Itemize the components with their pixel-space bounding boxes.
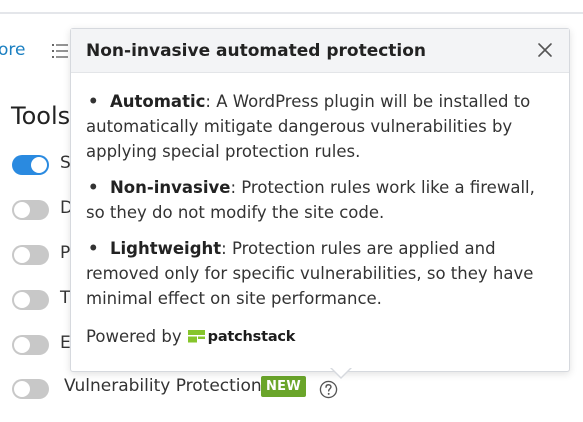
vulnerability-protection-label: Vulnerability Protection — [64, 376, 262, 396]
new-badge: NEW — [261, 376, 306, 397]
tool-toggle-3[interactable] — [12, 245, 49, 265]
powered-by-label: Powered by — [86, 327, 182, 346]
bullet-term: Non-invasive — [110, 178, 231, 197]
bullet-automatic: • Automatic: A WordPress plugin will be i… — [86, 89, 554, 164]
patchstack-logo-icon — [187, 330, 205, 343]
bullet-term: Automatic — [110, 92, 206, 111]
list-icon[interactable] — [52, 43, 68, 59]
bullet-non-invasive: • Non-invasive: Protection rules work lik… — [86, 175, 554, 225]
patchstack-logo-text: patchstack — [207, 328, 296, 345]
tool-toggle-5[interactable] — [12, 335, 49, 355]
tool-label-3: P — [60, 243, 71, 263]
vulnerability-protection-toggle[interactable] — [12, 379, 49, 399]
tool-label-4: T — [60, 288, 71, 308]
info-popover: Non-invasive automated protection • Autom… — [70, 28, 570, 372]
popover-header: Non-invasive automated protection — [71, 29, 569, 73]
popover-title: Non-invasive automated protection — [86, 41, 427, 61]
popover-body: • Automatic: A WordPress plugin will be i… — [71, 73, 569, 311]
more-link[interactable]: ore — [0, 40, 25, 60]
bullet-dot: • — [88, 92, 99, 111]
bullet-lightweight: • Lightweight: Protection rules are appli… — [86, 236, 554, 311]
bullet-dot: • — [88, 239, 99, 258]
question-circle-icon[interactable] — [319, 380, 338, 399]
tools-heading: Tools — [11, 102, 71, 130]
close-icon[interactable] — [537, 42, 553, 58]
tool-toggle-2[interactable] — [12, 200, 49, 220]
bullet-term: Lightweight — [110, 239, 222, 258]
bullet-dot: • — [88, 178, 99, 197]
top-divider — [0, 12, 583, 14]
patchstack-logo[interactable]: patchstack — [187, 328, 296, 345]
popover-arrow-inner — [331, 367, 351, 377]
tool-toggle-1[interactable] — [12, 155, 49, 175]
powered-by: Powered by patchstack — [86, 327, 295, 346]
tool-toggle-4[interactable] — [12, 290, 49, 310]
